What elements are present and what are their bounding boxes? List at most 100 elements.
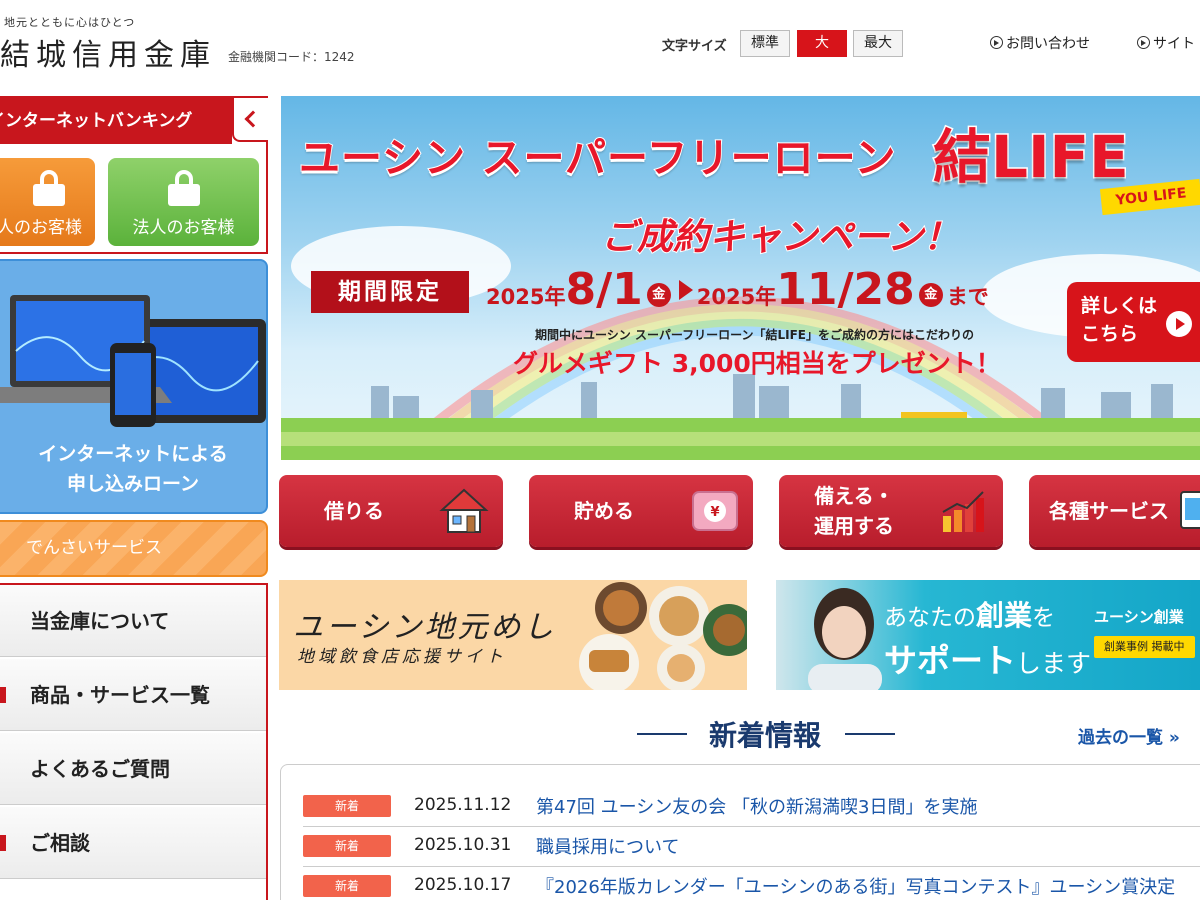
startup-line2: サポートします (884, 634, 1091, 682)
page: 地元とともに心はひとつ 結城信用金庫 金融機関コード：1242 文字サイズ 標準… (0, 0, 1200, 900)
news-heading-label: 新着情報 (709, 719, 822, 752)
category-line1: 貯める (574, 499, 634, 523)
category-save-button[interactable]: 貯める ¥ (529, 475, 753, 547)
logo[interactable]: 結城信用金庫 (0, 30, 216, 74)
circle-arrow-icon (990, 36, 1003, 49)
sidebar-nav: 当金庫について 商品・サービス一覧 よくあるご質問 ご相談 (0, 583, 268, 900)
contact-link-label: お問い合わせ (1006, 36, 1090, 52)
online-loan-line1: インターネットによる (38, 443, 228, 465)
svg-text:¥: ¥ (710, 505, 719, 520)
date-until: まで (946, 285, 989, 309)
sidebar-item-label: よくあるご質問 (30, 757, 170, 781)
news-date: 2025.10.31 (414, 835, 512, 855)
logo-tagline: 地元とともに心はひとつ (4, 16, 136, 29)
font-size-standard-button[interactable]: 標準 (740, 30, 790, 57)
banner-campaign: ご成約キャンペーン！ (600, 216, 960, 259)
startup-line2-a: サポート (884, 641, 1016, 680)
sidebar-item-label: 商品・サービス一覧 (30, 683, 210, 707)
personal-login-label: 個人のお客様 (0, 218, 82, 238)
sitemap-link[interactable]: サイト (1137, 33, 1195, 53)
online-loan-line2: 申し込みローン (66, 473, 200, 495)
news-link[interactable]: 職員採用について (536, 833, 679, 859)
jimoto-meshi-banner[interactable]: ユーシン地元めし 地域飲食店応援サイト (279, 580, 747, 690)
personal-login-button[interactable]: 個人のお客様 (0, 158, 95, 246)
date-to-year: 2025年 (696, 285, 777, 309)
person-photo (808, 588, 882, 690)
internet-banking-title: インターネットバンキング (0, 98, 232, 144)
sidebar-item-consult[interactable]: ご相談 (0, 807, 266, 879)
category-label: 借りる (279, 475, 429, 547)
startup-tag: 創業事例 掲載中 (1094, 636, 1195, 658)
banner-details-button[interactable]: 詳しくは こちら (1067, 282, 1200, 362)
banner-dates: 2025年8/1 金 2025年11/28 金まで (486, 264, 989, 315)
news-item: 新着 2025.10.17 『2026年版カレンダー「ユーシンのある街」写真コン… (303, 867, 1200, 900)
internet-banking-panel: インターネットバンキング 個人のお客様 法人のお客様 (0, 96, 268, 254)
banner-road (281, 432, 1200, 446)
category-label: 各種サービス (1029, 475, 1189, 547)
banner-title: ユーシン スーパーフリーローン (298, 133, 897, 183)
lock-icon (32, 170, 65, 206)
banner-brand: 結LIFE (932, 122, 1131, 193)
date-to: 11/28 (776, 264, 915, 315)
banner-gift: グルメギフト 3,000円相当をプレゼント！ (513, 349, 1001, 378)
news-list: 新着 2025.11.12 第47回 ユーシン友の会 「秋の新潟満喫3日間」を実… (280, 764, 1200, 900)
date-from-year: 2025年 (486, 285, 566, 309)
font-size-max-button[interactable]: 最大 (853, 30, 903, 57)
denshi-service-button[interactable]: でんさいサービス (0, 520, 268, 577)
date-from-dow: 金 (646, 283, 671, 307)
startup-line1-a: あなたの (884, 605, 976, 631)
new-badge: 新着 (303, 875, 391, 897)
devices-illustration (0, 295, 266, 427)
corporate-login-label: 法人のお客様 (132, 218, 235, 238)
new-badge: 新着 (303, 835, 391, 857)
contact-link[interactable]: お問い合わせ (990, 33, 1090, 53)
collapse-chevron-icon[interactable] (232, 98, 268, 142)
category-line1: 借りる (324, 499, 384, 523)
startup-line1-b: 創業 (976, 599, 1033, 632)
font-size-label: 文字サイズ (662, 39, 727, 54)
category-label: 備える・ 運用する (779, 475, 929, 547)
category-services-button[interactable]: 各種サービス (1029, 475, 1200, 547)
news-item: 新着 2025.10.31 職員採用について (303, 827, 1200, 867)
banner-limited-badge: 期間限定 (311, 271, 469, 313)
category-invest-button[interactable]: 備える・ 運用する (779, 475, 1003, 547)
startup-line1: あなたの創業を (884, 594, 1055, 634)
font-size-large-button[interactable]: 大 (797, 30, 847, 57)
category-borrow-button[interactable]: 借りる (279, 475, 503, 547)
online-loan-banner[interactable]: インターネットによる 申し込みローン (0, 259, 268, 514)
news-heading: 新着情報 (637, 714, 896, 754)
news-archive-link[interactable]: 過去の一覧 » (1078, 723, 1180, 748)
startup-support-banner[interactable]: あなたの創業を サポートします ユーシン創業 創業事例 掲載中 (776, 580, 1200, 690)
jimoto-meshi-subtitle: 地域飲食店応援サイト (297, 647, 507, 667)
category-line1: 各種サービス (1049, 499, 1169, 523)
startup-line1-c: を (1032, 605, 1056, 631)
sidebar-item-faq[interactable]: よくあるご質問 (0, 733, 266, 805)
new-badge: 新着 (303, 795, 391, 817)
food-photo (579, 582, 747, 690)
category-line2: 運用する (814, 514, 894, 538)
news-link[interactable]: 第47回 ユーシン友の会 「秋の新潟満喫3日間」を実施 (536, 793, 977, 819)
fi-code: 金融機関コード：1242 (228, 50, 355, 64)
device-icon (1180, 491, 1200, 529)
category-label: 貯める (529, 475, 679, 547)
play-icon (1166, 311, 1192, 337)
startup-brand: ユーシン創業 (1094, 608, 1184, 626)
sidebar-item-products[interactable]: 商品・サービス一覧 (0, 659, 266, 731)
marker-icon (0, 687, 6, 703)
sidebar-item-label: 当金庫について (30, 609, 170, 633)
arrow-right-icon (678, 280, 693, 300)
date-to-dow: 金 (918, 283, 943, 307)
sidebar-item-label: ご相談 (30, 831, 90, 855)
circle-arrow-icon (1137, 36, 1150, 49)
banner-description: 期間中にユーシン スーパーフリーローン「結LIFE」をご成約の方にはこだわりの (535, 328, 975, 342)
lock-icon (167, 170, 200, 206)
jimoto-meshi-title: ユーシン地元めし (293, 610, 557, 645)
sitemap-link-label: サイト (1153, 36, 1195, 52)
startup-line2-b: します (1016, 649, 1092, 678)
campaign-banner[interactable]: ユーシン スーパーフリーローン 結LIFE YOU LIFE ご成約キャンペーン… (281, 96, 1200, 460)
sidebar-item-about[interactable]: 当金庫について (0, 585, 266, 657)
news-date: 2025.10.17 (414, 875, 512, 895)
corporate-login-button[interactable]: 法人のお客様 (108, 158, 259, 246)
chart-icon (942, 491, 984, 532)
news-link[interactable]: 『2026年版カレンダー「ユーシンのある街」写真コンテスト』ユーシン賞決定 (536, 873, 1175, 899)
